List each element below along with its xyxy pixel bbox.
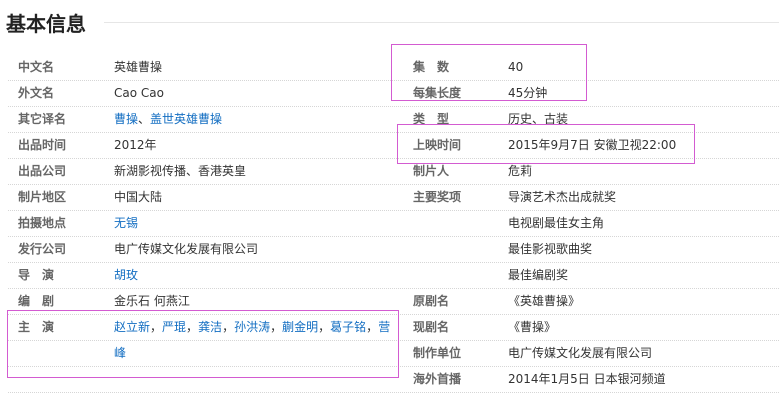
field-label: 其它译名: [18, 112, 67, 126]
field-value: 2015年9月7日 安徽卫视22:00: [508, 138, 677, 152]
alias-link[interactable]: 盖世英雄曹操: [150, 112, 222, 126]
info-row: 编 剧 金乐石 何燕江 原剧名 《英雄曹操》: [8, 288, 779, 315]
field-value: 45分钟: [508, 86, 548, 100]
field-label: 制片人: [413, 164, 450, 178]
separator: 、: [138, 112, 151, 126]
field-value: Cao Cao: [114, 86, 164, 100]
field-label: 制作单位: [413, 346, 462, 360]
field-label: 导 演: [18, 268, 55, 282]
info-row: 导 演 胡玫 最佳编剧奖: [8, 262, 779, 289]
info-row: 外文名 Cao Cao 每集长度 45分钟: [8, 80, 779, 107]
info-row: 出品公司 新湖影视传播、香港英皇 制片人 危莉: [8, 158, 779, 185]
field-value: 电广传媒文化发展有限公司: [508, 346, 653, 360]
field-value: 危莉: [508, 164, 533, 178]
cast-link[interactable]: 赵立新: [114, 320, 150, 334]
field-value: 导演艺术杰出成就奖: [508, 190, 617, 204]
field-label: 类 型: [413, 112, 450, 126]
field-label: 海外首播: [413, 372, 462, 386]
cast-link[interactable]: 葛子铭: [330, 320, 366, 334]
field-label: 拍摄地点: [18, 216, 67, 230]
field-value: 电视剧最佳女主角: [508, 216, 605, 230]
field-label: 制片地区: [18, 190, 67, 204]
field-value: 最佳编剧奖: [508, 268, 569, 282]
field-value: 曹操、盖世英雄曹操: [114, 106, 222, 132]
cast-link[interactable]: 孙洪涛: [234, 320, 270, 334]
field-label: 出品时间: [18, 138, 67, 152]
separator: ，: [186, 320, 199, 334]
field-value: 英雄曹操: [114, 60, 163, 74]
field-value: 中国大陆: [114, 190, 163, 204]
field-value: 《英雄曹操》: [508, 294, 581, 308]
field-label: 中文名: [18, 60, 55, 74]
info-row: 出品时间 2012年 上映时间 2015年9月7日 安徽卫视22:00: [8, 132, 779, 159]
info-row: 制片地区 中国大陆 主要奖项 导演艺术杰出成就奖: [8, 184, 779, 211]
field-label: 发行公司: [18, 242, 67, 256]
field-value: 历史、古装: [508, 112, 569, 126]
cast-link[interactable]: 龚洁: [198, 320, 222, 334]
separator: ，: [222, 320, 235, 334]
info-row: 其它译名 曹操、盖世英雄曹操 类 型 历史、古装: [8, 106, 779, 133]
field-value: 胡玫: [114, 262, 138, 288]
field-value: 新湖影视传播、香港英皇: [114, 164, 247, 178]
director-link[interactable]: 胡玫: [114, 268, 138, 282]
info-row: 制作单位 电广传媒文化发展有限公司: [8, 340, 779, 367]
field-label: 上映时间: [413, 138, 462, 152]
field-value: 40: [508, 60, 524, 74]
section-title: 基本信息: [6, 12, 86, 36]
field-label: 外文名: [18, 86, 55, 100]
field-label: 每集长度: [413, 86, 462, 100]
cast-link[interactable]: 严琨: [162, 320, 186, 334]
alias-link[interactable]: 曹操: [114, 112, 138, 126]
info-row: 中文名 英雄曹操 集 数 40: [8, 54, 779, 81]
field-label: 主要奖项: [413, 190, 462, 204]
info-row: 拍摄地点 无锡 电视剧最佳女主角: [8, 210, 779, 237]
field-value: 2012年: [114, 138, 157, 152]
field-label: 出品公司: [18, 164, 67, 178]
field-value: 2014年1月5日 日本银河频道: [508, 372, 666, 386]
field-label: 集 数: [413, 60, 450, 74]
field-value: 金乐石 何燕江: [114, 294, 190, 308]
field-label: 主 演: [18, 320, 55, 334]
field-label: 现剧名: [413, 320, 450, 334]
info-row: 海外首播 2014年1月5日 日本银河频道: [8, 366, 779, 393]
separator: ，: [366, 320, 379, 334]
field-value: 最佳影视歌曲奖: [508, 242, 593, 256]
location-link[interactable]: 无锡: [114, 216, 138, 230]
title-divider: [104, 22, 779, 23]
separator: ，: [318, 320, 331, 334]
info-row: 发行公司 电广传媒文化发展有限公司 最佳影视歌曲奖: [8, 236, 779, 263]
cast-link[interactable]: 蒯金明: [282, 320, 318, 334]
field-label: 原剧名: [413, 294, 450, 308]
field-value: 《曹操》: [508, 320, 557, 334]
field-label: 编 剧: [18, 294, 55, 308]
separator: ，: [270, 320, 283, 334]
field-value: 无锡: [114, 210, 138, 236]
separator: ，: [150, 320, 163, 334]
field-value: 电广传媒文化发展有限公司: [114, 242, 259, 256]
